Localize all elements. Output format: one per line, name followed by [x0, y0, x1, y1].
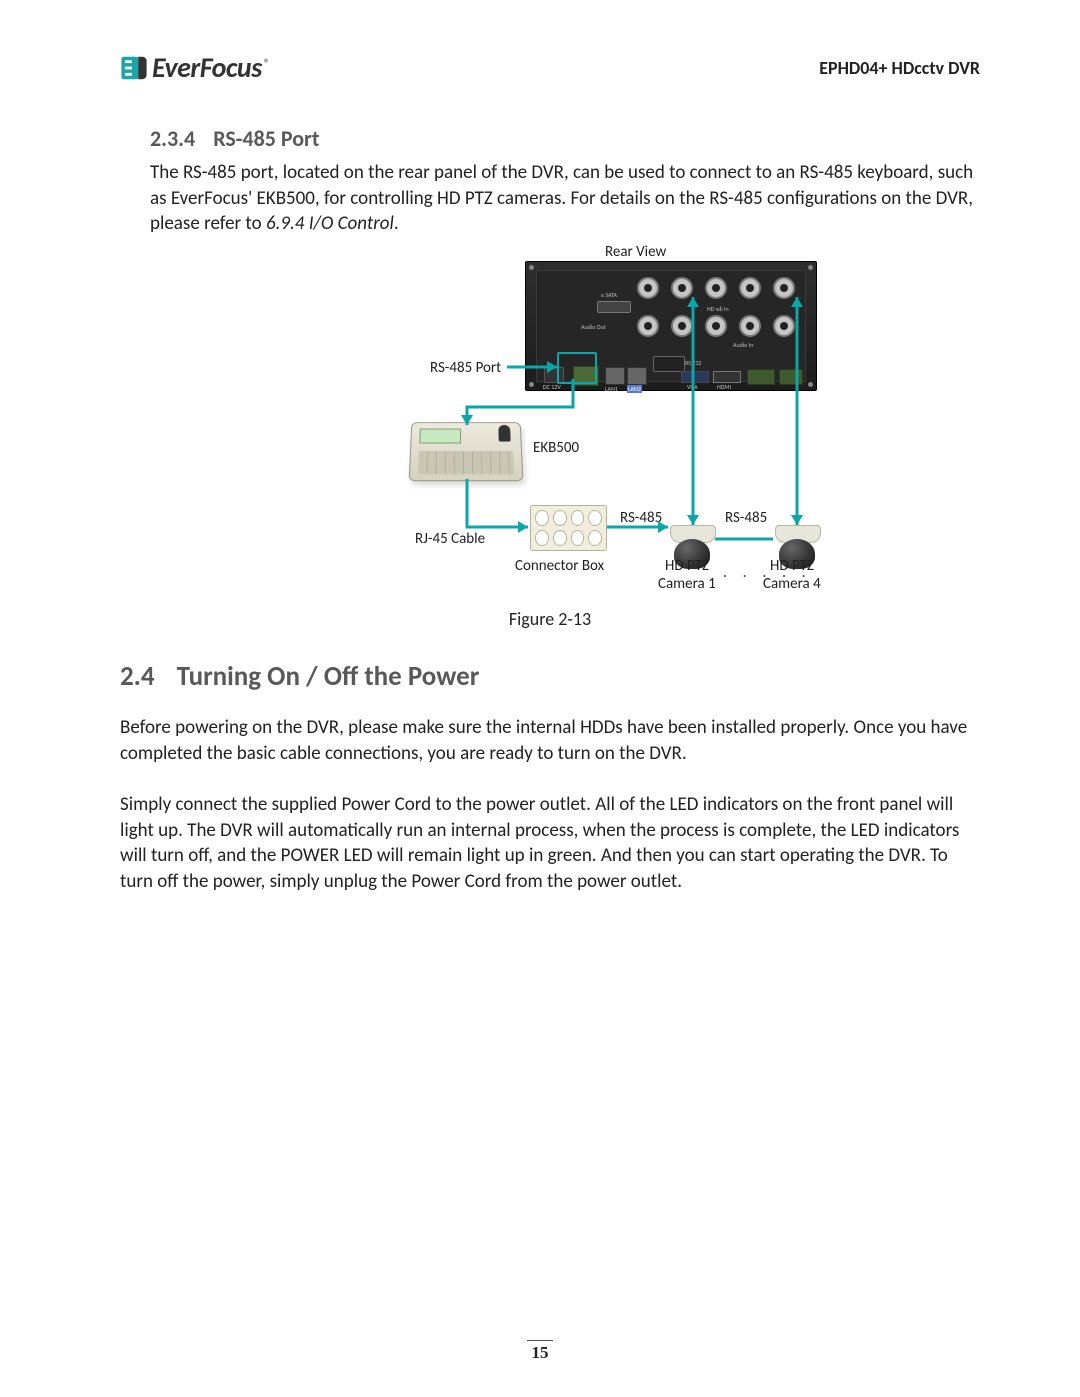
label-lan2: LAN2	[627, 385, 642, 393]
heading-title: RS-485 Port	[213, 125, 319, 152]
vga-port-icon	[681, 371, 709, 383]
esata-port-icon	[597, 301, 631, 313]
ekb500-keyboard-icon	[409, 422, 524, 481]
page-footer: 15	[0, 1340, 1080, 1363]
lan1-port-icon	[605, 367, 625, 385]
label-hdmi: HDMI	[717, 383, 731, 391]
connector-box-icon	[530, 505, 607, 551]
label-hdsdi-in: HD sdi In	[707, 305, 729, 313]
label-rj45: RJ-45 Cable	[415, 530, 485, 548]
label-vga: VGA	[687, 383, 698, 391]
brand-name: EverFocus	[152, 50, 262, 85]
label-dc12v: DC 12V	[543, 383, 561, 391]
section-24-para-1: Before powering on the DVR, please make …	[120, 715, 980, 766]
heading-2-3-4: 2.3.4 RS-485 Port	[150, 125, 980, 152]
label-connector-box: Connector Box	[515, 557, 604, 575]
heading-number: 2.4	[120, 660, 155, 693]
section-234-text: The RS-485 port, located on the rear pan…	[150, 160, 980, 237]
label-rs485-b: RS-485	[725, 509, 767, 527]
label-rs232: RS 232	[685, 359, 701, 367]
label-audio-out: Audio Out	[581, 323, 606, 331]
page-number: 15	[532, 1343, 549, 1362]
cross-reference: 6.9.4 I/O Control	[266, 212, 394, 235]
label-ekb500: EKB500	[533, 439, 579, 457]
label-audio-in: Audio In	[733, 341, 753, 349]
ellipsis-dots: . . . . .	[723, 563, 812, 582]
figure-caption: Figure 2-13	[120, 608, 980, 630]
label-rear-view: Rear View	[605, 243, 666, 261]
label-rs485-port: RS-485 Port	[430, 359, 501, 377]
label-rs485-a: RS-485	[620, 509, 662, 527]
section-24-para-2: Simply connect the supplied Power Cord t…	[120, 792, 980, 895]
label-lan1: LAN1	[605, 385, 618, 393]
terminal-block-icon	[779, 369, 803, 385]
rs485-diagram: Rear View e SATA Audio Out HD sdi In Aud…	[275, 247, 975, 602]
product-name: EPHD04+ HDcctv DVR	[819, 57, 980, 79]
rs232-port-icon	[653, 356, 685, 372]
brand-logo: EverFocus®	[120, 50, 269, 85]
heading-title: Turning On / Off the Power	[177, 660, 480, 693]
heading-2-4: 2.4 Turning On / Off the Power	[120, 660, 980, 693]
heading-number: 2.3.4	[150, 125, 195, 152]
everfocus-icon	[120, 54, 148, 82]
hdmi-port-icon	[713, 371, 741, 383]
registered-mark: ®	[264, 57, 270, 71]
rs485-highlight-box	[557, 352, 597, 384]
label-cam1-a: HD PTZ	[665, 557, 709, 575]
page-header: EverFocus® EPHD04+ HDcctv DVR	[120, 50, 980, 85]
lan2-port-icon	[627, 367, 647, 385]
label-esata: e SATA	[601, 291, 617, 299]
terminal-block-icon	[747, 369, 775, 385]
label-cam1-b: Camera 1	[658, 575, 716, 593]
